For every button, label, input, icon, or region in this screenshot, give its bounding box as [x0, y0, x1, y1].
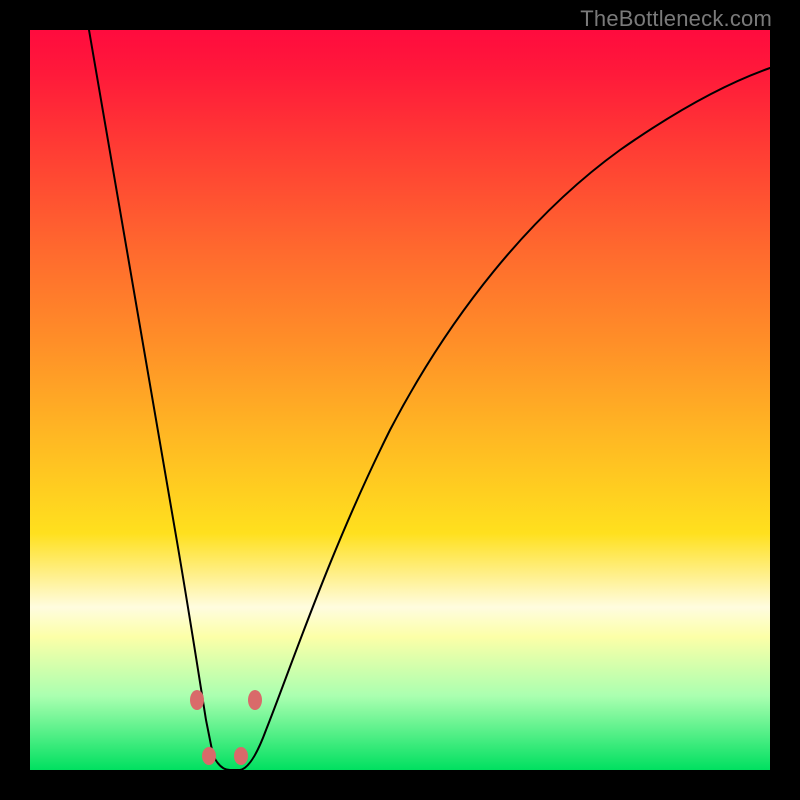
- curve-svg: [30, 30, 770, 770]
- watermark-text: TheBottleneck.com: [580, 6, 772, 32]
- marker-dot: [234, 747, 248, 765]
- marker-dot: [248, 690, 262, 710]
- marker-dot: [202, 747, 216, 765]
- marker-dot: [190, 690, 204, 710]
- chart-frame: TheBottleneck.com: [0, 0, 800, 800]
- bottleneck-curve: [89, 30, 770, 770]
- plot-area: [30, 30, 770, 770]
